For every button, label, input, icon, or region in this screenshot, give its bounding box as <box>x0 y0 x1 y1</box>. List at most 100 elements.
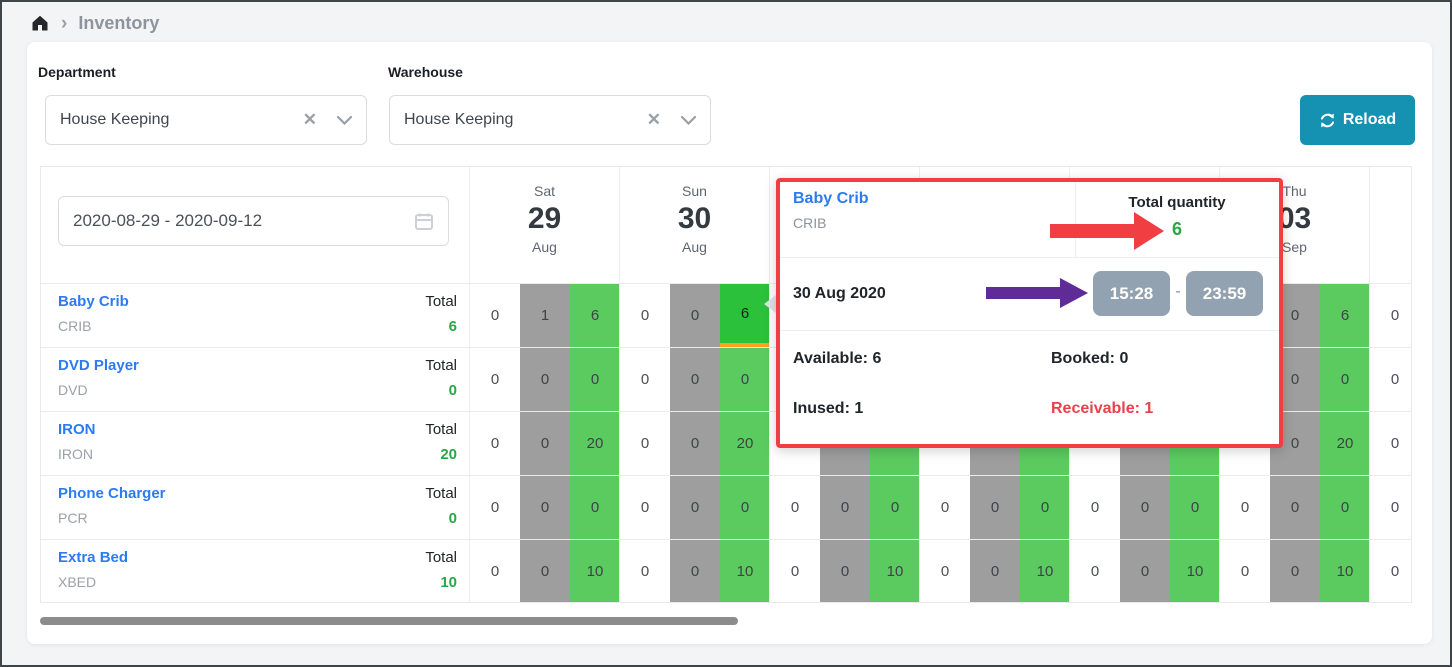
day-cell-group: 000 <box>1219 476 1369 539</box>
table-row: Extra BedXBEDTotal1000100010001000100010… <box>41 540 1412 603</box>
inventory-cell[interactable]: 0 <box>1370 476 1412 539</box>
inventory-cell[interactable]: 0 <box>770 476 820 539</box>
inventory-cell[interactable]: 0 <box>770 540 820 603</box>
popup-item-name-link[interactable]: Baby Crib <box>793 190 869 208</box>
chevron-down-icon[interactable] <box>337 116 352 125</box>
total-quantity-label: Total quantity <box>1075 194 1279 211</box>
horizontal-scrollbar-thumb[interactable] <box>40 617 738 625</box>
inventory-cell[interactable]: 0 <box>1270 476 1320 539</box>
inventory-cell[interactable]: 0 <box>1070 540 1120 603</box>
inventory-cell[interactable]: 0 <box>520 348 570 411</box>
inventory-cell[interactable]: 0 <box>1370 348 1412 411</box>
inventory-cell[interactable]: 10 <box>1170 540 1220 603</box>
inventory-cell[interactable]: 10 <box>1320 540 1370 603</box>
inventory-cell[interactable]: 0 <box>1170 476 1220 539</box>
day-cell-group: 0010 <box>769 540 919 603</box>
inventory-cell[interactable]: 6 <box>1320 284 1370 347</box>
inventory-cell[interactable]: 6 <box>570 284 620 347</box>
receivable-stat: Receivable: 1 <box>1051 400 1153 418</box>
reload-button[interactable]: Reload <box>1300 95 1415 145</box>
inventory-cell[interactable]: 0 <box>920 540 970 603</box>
inventory-cell[interactable]: 0 <box>1370 412 1412 475</box>
calendar-icon[interactable] <box>414 211 434 231</box>
department-select[interactable]: House Keeping ✕ <box>45 95 367 145</box>
home-icon[interactable] <box>30 13 50 33</box>
clear-icon[interactable]: ✕ <box>303 110 317 130</box>
inventory-cell[interactable]: 0 <box>470 476 520 539</box>
item-code: CRIB <box>58 318 129 334</box>
cell-detail-popup: Baby Crib CRIB Total quantity 6 30 Aug 2… <box>776 178 1283 448</box>
inventory-cell[interactable]: 0 <box>1070 476 1120 539</box>
inventory-cell[interactable]: 20 <box>720 412 770 475</box>
inventory-cell[interactable]: 0 <box>470 412 520 475</box>
inventory-cell[interactable]: 0 <box>1220 476 1270 539</box>
inventory-cell[interactable]: 0 <box>920 476 970 539</box>
inventory-cell[interactable]: 0 <box>970 540 1020 603</box>
chevron-down-icon[interactable] <box>681 116 696 125</box>
inventory-cell[interactable]: 0 <box>520 412 570 475</box>
inventory-cell[interactable]: 0 <box>720 476 770 539</box>
inventory-cell[interactable]: 0 <box>1370 284 1412 347</box>
inventory-cell[interactable]: 10 <box>870 540 920 603</box>
total-value: 0 <box>425 510 457 527</box>
inventory-cell[interactable]: 0 <box>570 348 620 411</box>
inventory-cell[interactable]: 10 <box>1020 540 1070 603</box>
item-name-link[interactable]: IRON <box>58 421 96 438</box>
inventory-cell[interactable]: 6 <box>720 284 770 347</box>
popup-item-code: CRIB <box>793 215 826 231</box>
inventory-cell[interactable]: 0 <box>470 348 520 411</box>
table-row: Phone ChargerPCRTotal0000000000000000000… <box>41 476 1412 540</box>
inventory-cell[interactable]: 0 <box>1220 540 1270 603</box>
inventory-cell[interactable]: 0 <box>870 476 920 539</box>
warehouse-value: House Keeping <box>404 111 647 129</box>
total-label: Total <box>425 421 457 438</box>
inventory-cell[interactable]: 0 <box>820 476 870 539</box>
item-label-cell: Phone ChargerPCRTotal0 <box>41 476 469 539</box>
inventory-cell[interactable]: 10 <box>570 540 620 603</box>
inventory-cell[interactable]: 0 <box>1270 540 1320 603</box>
inventory-cell[interactable]: 0 <box>670 412 720 475</box>
time-start-badge[interactable]: 15:28 <box>1093 271 1170 316</box>
time-separator: - <box>1170 283 1186 301</box>
inventory-cell[interactable]: 0 <box>670 348 720 411</box>
inventory-cell[interactable]: 1 <box>520 284 570 347</box>
inventory-cell[interactable]: 0 <box>720 348 770 411</box>
inventory-cell[interactable]: 0 <box>470 284 520 347</box>
inventory-cell[interactable]: 0 <box>1320 348 1370 411</box>
inventory-cell[interactable]: 10 <box>720 540 770 603</box>
clear-icon[interactable]: ✕ <box>647 110 661 130</box>
inventory-cell[interactable]: 0 <box>1120 540 1170 603</box>
inventory-cell[interactable]: 0 <box>670 476 720 539</box>
inventory-cell[interactable]: 0 <box>520 540 570 603</box>
item-name-link[interactable]: Baby Crib <box>58 293 129 310</box>
warehouse-select[interactable]: House Keeping ✕ <box>389 95 711 145</box>
time-end-badge[interactable]: 23:59 <box>1186 271 1263 316</box>
inventory-cell[interactable]: 0 <box>470 540 520 603</box>
day-cell-group: 000 <box>619 348 769 411</box>
day-cell-group: 000 <box>919 476 1069 539</box>
item-name-link[interactable]: Phone Charger <box>58 485 166 502</box>
inventory-cell[interactable]: 0 <box>520 476 570 539</box>
inventory-cell[interactable]: 0 <box>620 412 670 475</box>
inventory-cell[interactable]: 0 <box>820 540 870 603</box>
inventory-cell[interactable]: 20 <box>570 412 620 475</box>
inventory-cell[interactable]: 0 <box>1320 476 1370 539</box>
popup-date: 30 Aug 2020 <box>793 285 886 303</box>
table-corner-cell: 2020-08-29 - 2020-09-12 <box>41 167 469 283</box>
inventory-cell[interactable]: 0 <box>620 348 670 411</box>
inventory-cell[interactable]: 0 <box>670 540 720 603</box>
inventory-cell[interactable]: 0 <box>620 540 670 603</box>
inventory-cell[interactable]: 0 <box>570 476 620 539</box>
inventory-cell[interactable]: 0 <box>1120 476 1170 539</box>
inventory-cell[interactable]: 0 <box>970 476 1020 539</box>
inventory-cell[interactable]: 0 <box>1020 476 1070 539</box>
date-range-input[interactable]: 2020-08-29 - 2020-09-12 <box>58 196 449 246</box>
inventory-cell[interactable]: 0 <box>620 476 670 539</box>
inventory-cell[interactable]: 0 <box>620 284 670 347</box>
item-name-link[interactable]: DVD Player <box>58 357 139 374</box>
item-name-link[interactable]: Extra Bed <box>58 549 128 566</box>
inventory-cell[interactable]: 0 <box>670 284 720 347</box>
inventory-cell[interactable]: 20 <box>1320 412 1370 475</box>
reload-label: Reload <box>1343 111 1396 129</box>
inventory-cell[interactable]: 0 <box>1370 540 1412 603</box>
